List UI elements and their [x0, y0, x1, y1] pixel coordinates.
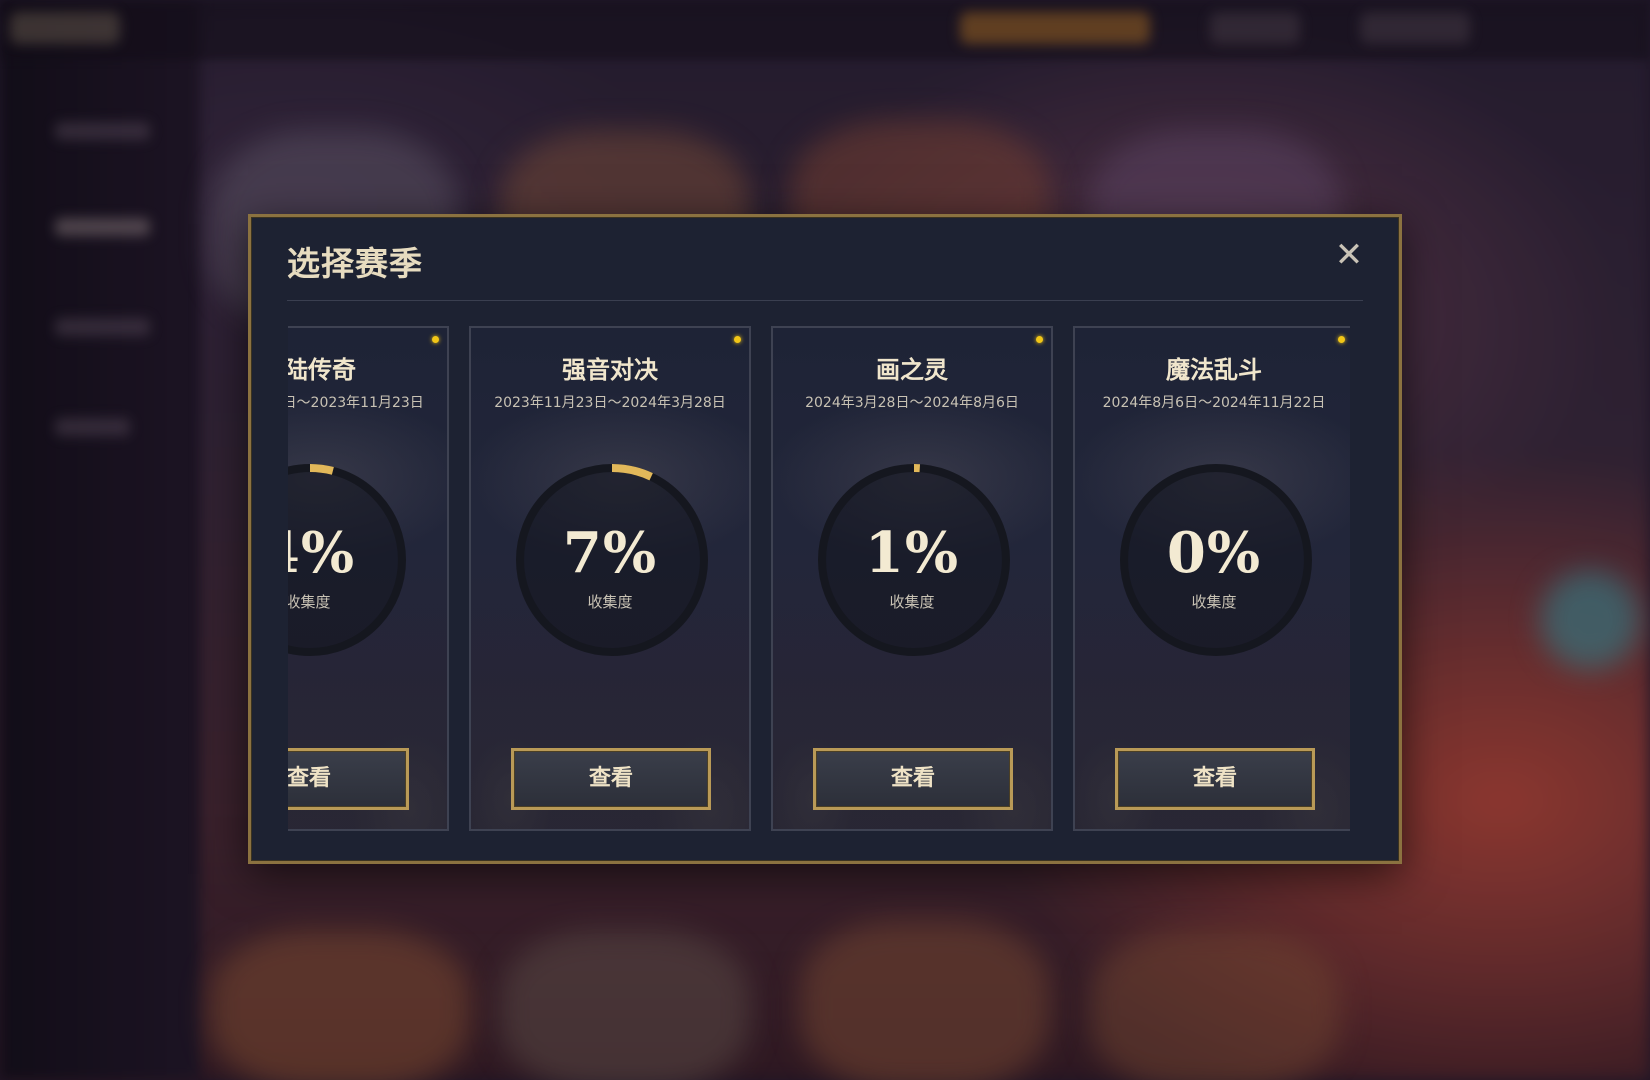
new-indicator-dot	[1036, 336, 1043, 343]
season-card[interactable]: 强音对决 2023年11月23日～2024年3月28日 7% 收集度 查看	[469, 326, 751, 831]
new-indicator-dot	[1338, 336, 1345, 343]
collection-percent: 1%	[864, 520, 960, 586]
view-button[interactable]: 查看	[813, 748, 1013, 810]
season-name: 大陆传奇	[288, 356, 356, 384]
view-button[interactable]: 查看	[511, 748, 711, 810]
season-select-dialog: 选择赛季 ✕ 大陆传奇 2023年7月20日～2023年11月23日 4% 收集…	[248, 214, 1402, 864]
season-dates: 2024年8月6日～2024年11月22日	[1102, 395, 1326, 411]
season-name: 强音对决	[562, 356, 658, 384]
new-indicator-dot	[432, 336, 439, 343]
season-name: 画之灵	[876, 356, 948, 384]
season-dates: 2024年3月28日～2024年8月6日	[805, 395, 1019, 411]
season-card[interactable]: 画之灵 2024年3月28日～2024年8月6日 1% 收集度 查看	[771, 326, 1053, 831]
collection-percent: 7%	[562, 520, 658, 586]
progress-ring-arc	[309, 464, 334, 475]
collection-label: 收集度	[288, 593, 331, 611]
close-icon[interactable]: ✕	[1329, 235, 1369, 275]
collection-label: 收集度	[587, 593, 633, 611]
season-card[interactable]: 大陆传奇 2023年7月20日～2023年11月23日 4% 收集度 查看	[288, 326, 449, 831]
collection-label: 收集度	[889, 593, 935, 611]
dialog-title: 选择赛季	[287, 244, 423, 283]
collection-percent: 4%	[288, 520, 356, 586]
collection-label: 收集度	[1191, 593, 1237, 611]
collection-percent: 0%	[1166, 520, 1262, 586]
title-divider	[287, 300, 1363, 301]
season-card-list[interactable]: 大陆传奇 2023年7月20日～2023年11月23日 4% 收集度 查看 强音…	[288, 326, 1350, 831]
season-dates: 2023年11月23日～2024年3月28日	[494, 395, 726, 411]
season-card[interactable]: 魔法乱斗 2024年8月6日～2024年11月22日 0% 收集度 查看	[1073, 326, 1350, 831]
view-button[interactable]: 查看	[1115, 748, 1315, 810]
view-button[interactable]: 查看	[288, 748, 409, 810]
season-name: 魔法乱斗	[1166, 356, 1262, 384]
new-indicator-dot	[734, 336, 741, 343]
season-dates: 2023年7月20日～2023年11月23日	[288, 395, 424, 411]
